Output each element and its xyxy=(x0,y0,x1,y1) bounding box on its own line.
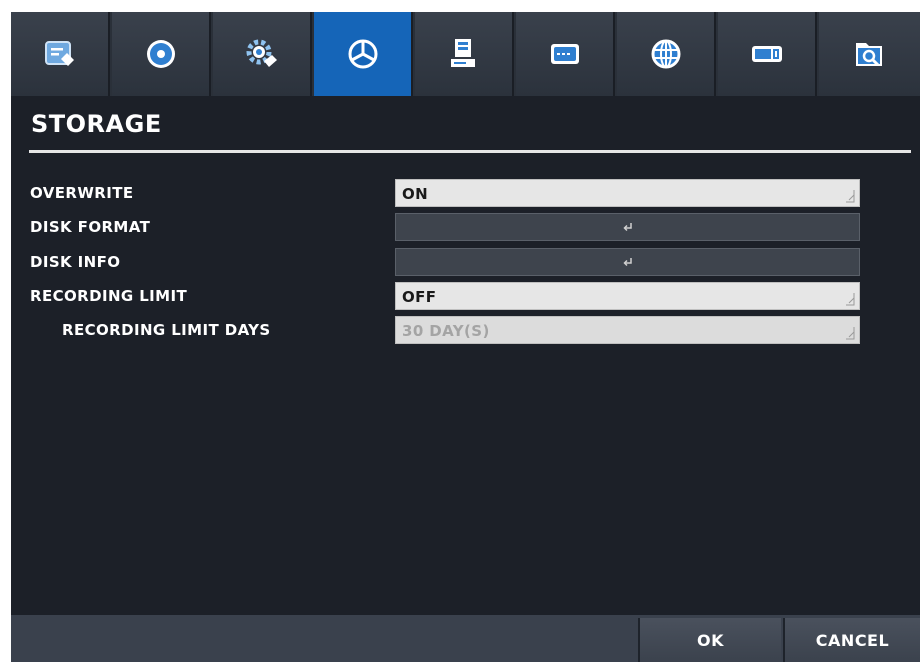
tab-record[interactable] xyxy=(112,12,211,96)
recording-limit-days-label: RECORDING LIMIT DAYS xyxy=(62,321,271,339)
tab-setup[interactable] xyxy=(213,12,312,96)
overwrite-label: OVERWRITE xyxy=(30,184,134,202)
disk-format-button[interactable] xyxy=(395,213,860,241)
menu-tab-bar xyxy=(11,12,920,96)
tab-device[interactable] xyxy=(415,12,514,96)
record-disc-icon xyxy=(146,40,175,68)
dropdown-grip-icon xyxy=(846,327,855,340)
tab-network[interactable] xyxy=(617,12,716,96)
search-icon xyxy=(855,43,882,67)
dropdown-grip-icon xyxy=(846,293,855,306)
event-icon xyxy=(751,46,782,62)
keyboard-icon xyxy=(550,44,579,64)
recording-limit-select[interactable]: OFF xyxy=(395,282,860,310)
settings-gear-icon xyxy=(246,39,277,67)
tab-system-info[interactable] xyxy=(11,12,110,96)
overwrite-value: ON xyxy=(402,185,429,203)
dropdown-grip-icon xyxy=(846,190,855,203)
footer-bar: OK CANCEL xyxy=(11,615,920,662)
device-icon xyxy=(450,39,475,67)
ok-button[interactable]: OK xyxy=(638,618,781,662)
overwrite-select[interactable]: ON xyxy=(395,179,860,207)
disk-info-label: DISK INFO xyxy=(30,253,121,271)
page-title: STORAGE xyxy=(31,110,162,138)
cancel-button[interactable]: CANCEL xyxy=(783,618,920,662)
enter-icon xyxy=(623,223,632,232)
disk-format-label: DISK FORMAT xyxy=(30,218,151,236)
tab-display[interactable] xyxy=(516,12,615,96)
storage-pie-icon xyxy=(348,39,377,69)
storage-settings-window: STORAGE OVERWRITE ON DISK FORMAT DISK IN… xyxy=(11,12,920,662)
tab-event[interactable] xyxy=(718,12,817,96)
disk-info-button[interactable] xyxy=(395,248,860,276)
recording-limit-label: RECORDING LIMIT xyxy=(30,287,188,305)
tab-search[interactable] xyxy=(819,12,920,96)
tab-storage[interactable] xyxy=(314,12,413,96)
system-info-icon xyxy=(44,41,74,66)
recording-limit-value: OFF xyxy=(402,288,437,306)
recording-limit-days-select: 30 DAY(S) xyxy=(395,316,860,344)
network-globe-icon xyxy=(651,39,680,69)
recording-limit-days-value: 30 DAY(S) xyxy=(402,322,490,340)
enter-icon xyxy=(623,258,632,267)
title-divider xyxy=(29,150,911,153)
